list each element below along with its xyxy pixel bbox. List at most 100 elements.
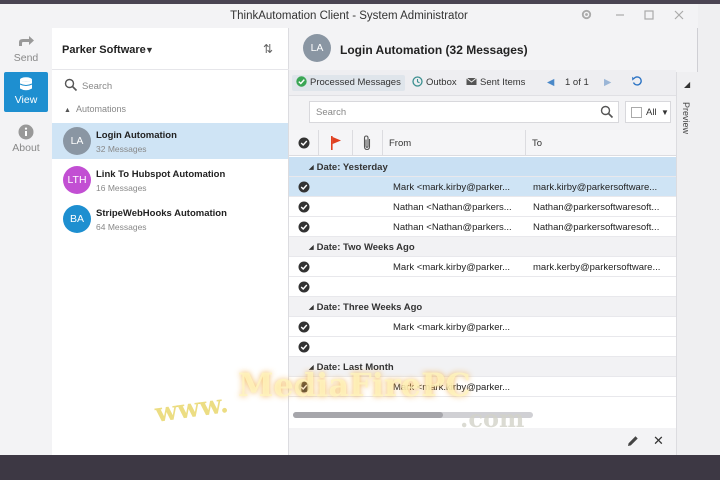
tab-sent-items[interactable]: Sent Items: [466, 75, 525, 91]
check-circle-icon: [298, 201, 310, 213]
rail-about[interactable]: About: [4, 120, 48, 160]
collapse-triangle-icon: ◢: [309, 305, 314, 311]
message-pane: LA Login Automation (32 Messages) Proces…: [289, 28, 676, 455]
screen-bottom-strip: [0, 455, 720, 480]
info-icon: [18, 124, 34, 140]
column-to-label: To: [532, 138, 543, 149]
group-row[interactable]: ◢ Date: Two Weeks Ago: [289, 237, 676, 257]
refresh-icon[interactable]: [631, 75, 643, 91]
rail-send-label: Send: [13, 52, 39, 64]
cell-to: mark.kirby@parkersoftware...: [533, 182, 658, 193]
grid-header: From To: [289, 130, 676, 156]
check-circle-icon: [298, 137, 310, 149]
database-icon: [19, 77, 33, 91]
pager-text: 1 of 1: [565, 77, 589, 88]
prev-page-icon[interactable]: ◀: [547, 75, 554, 91]
screen-right-gutter: [698, 4, 720, 455]
page-title: Login Automation (32 Messages): [340, 43, 528, 57]
group-label: ◢ Date: Yesterday: [309, 162, 388, 173]
chevron-down-icon[interactable]: ▼: [145, 45, 154, 55]
close-icon[interactable]: [671, 8, 687, 24]
chevron-down-icon: ▼: [661, 108, 669, 117]
rail-view[interactable]: View: [4, 72, 48, 112]
automation-item[interactable]: LA Login Automation 32 Messages: [52, 123, 288, 159]
cell-to: Nathan@parkersoftwaresoft...: [533, 222, 660, 233]
gear-icon[interactable]: [578, 8, 594, 24]
automation-name: Link To Hubspot Automation: [96, 169, 226, 180]
message-search-input[interactable]: Search: [309, 101, 619, 123]
collapse-triangle-icon: ▲: [64, 107, 71, 114]
check-circle-icon: [298, 281, 310, 293]
tab-outbox-label: Outbox: [426, 77, 457, 88]
send-arrow-icon: [19, 36, 34, 46]
cell-from: Nathan <Nathan@parkers...: [393, 222, 512, 233]
app-window: ThinkAutomation Client - System Administ…: [0, 4, 698, 455]
avatar: BA: [63, 205, 91, 233]
message-footer: ✕: [289, 428, 676, 455]
check-circle-icon: [298, 181, 310, 193]
expand-triangle-icon: ◢: [684, 80, 691, 89]
cell-from: Mark <mark.kirby@parker...: [393, 382, 511, 393]
preview-panel-toggle[interactable]: ◢ Preview: [676, 72, 698, 455]
group-row[interactable]: ◢ Date: Yesterday: [289, 157, 676, 177]
outbox-icon: [412, 76, 423, 87]
cell-to: Nathan@parkersoftwaresoft...: [533, 202, 660, 213]
table-row[interactable]: Mark <mark.kirby@parker...: [289, 377, 676, 397]
group-label-text: Date: Yesterday: [316, 162, 388, 173]
preview-label: Preview: [681, 102, 691, 135]
tab-processed-messages[interactable]: Processed Messages: [292, 75, 405, 91]
next-page-icon[interactable]: ▶: [604, 75, 611, 91]
filter-all-label: All: [646, 107, 657, 118]
tab-outbox[interactable]: Outbox: [412, 75, 457, 91]
table-row[interactable]: Mark <mark.kirby@parker...: [289, 317, 676, 337]
column-from-label: From: [389, 138, 412, 149]
pencil-icon[interactable]: [626, 434, 640, 448]
column-to[interactable]: To: [526, 130, 676, 156]
select-all-checkbox[interactable]: [631, 107, 642, 118]
check-circle-icon: [298, 221, 310, 233]
scrollbar-thumb[interactable]: [293, 412, 443, 418]
table-row[interactable]: Nathan <Nathan@parkers... Nathan@parkerso…: [289, 217, 676, 237]
group-label: ◢ Date: Last Month: [309, 362, 394, 373]
collapse-triangle-icon: ◢: [309, 365, 314, 371]
account-selector[interactable]: Parker Software: [62, 44, 146, 56]
column-flag[interactable]: [319, 130, 353, 156]
automation-search-placeholder: Search: [82, 81, 113, 92]
column-status[interactable]: [289, 130, 319, 156]
search-icon: [64, 78, 78, 92]
group-row[interactable]: ◢ Date: Three Weeks Ago: [289, 297, 676, 317]
horizontal-scrollbar[interactable]: [293, 412, 533, 418]
automation-item[interactable]: BA StripeWebHooks Automation 64 Messages: [52, 201, 288, 237]
group-label-text: Date: Two Weeks Ago: [316, 242, 415, 253]
rail-send[interactable]: Send: [4, 30, 48, 70]
automation-count: 16 Messages: [96, 183, 147, 193]
flag-icon: [331, 136, 341, 150]
automation-name: Login Automation: [96, 130, 177, 141]
search-icon[interactable]: [600, 105, 614, 119]
cell-from: Mark <mark.kirby@parker...: [393, 322, 511, 333]
account-header: Parker Software ▼ ⇅: [52, 28, 289, 70]
avatar: LA: [63, 127, 91, 155]
close-icon[interactable]: ✕: [653, 433, 664, 449]
column-from[interactable]: From: [383, 130, 526, 156]
table-row[interactable]: Mark <mark.kirby@parker... mark.kerby@par…: [289, 257, 676, 277]
automations-group-header[interactable]: ▲ Automations: [64, 104, 126, 114]
automation-search[interactable]: Search: [62, 76, 278, 96]
automation-item[interactable]: LTH Link To Hubspot Automation 16 Messag…: [52, 162, 288, 198]
filter-all-dropdown[interactable]: All ▼: [625, 101, 671, 123]
table-row[interactable]: Mark <mark.kirby@parker... mark.kirby@par…: [289, 177, 676, 197]
table-row[interactable]: [289, 277, 676, 297]
sort-icon[interactable]: ⇅: [263, 42, 273, 56]
group-label: ◢ Date: Three Weeks Ago: [309, 302, 422, 313]
group-row[interactable]: ◢ Date: Last Month: [289, 357, 676, 377]
rail-about-label: About: [12, 142, 40, 154]
message-grid: From To ◢ Date: Yesterday Mark <mark.kirby…: [289, 130, 676, 428]
table-row[interactable]: [289, 337, 676, 357]
message-pane-header: LA Login Automation (32 Messages): [289, 28, 676, 70]
table-row[interactable]: Nathan <Nathan@parkers... Nathan@parkerso…: [289, 197, 676, 217]
maximize-icon[interactable]: [641, 8, 657, 24]
column-attachment[interactable]: [353, 130, 383, 156]
cell-from: Mark <mark.kirby@parker...: [393, 262, 511, 273]
minimize-icon[interactable]: [612, 8, 628, 24]
check-circle-icon: [298, 261, 310, 273]
